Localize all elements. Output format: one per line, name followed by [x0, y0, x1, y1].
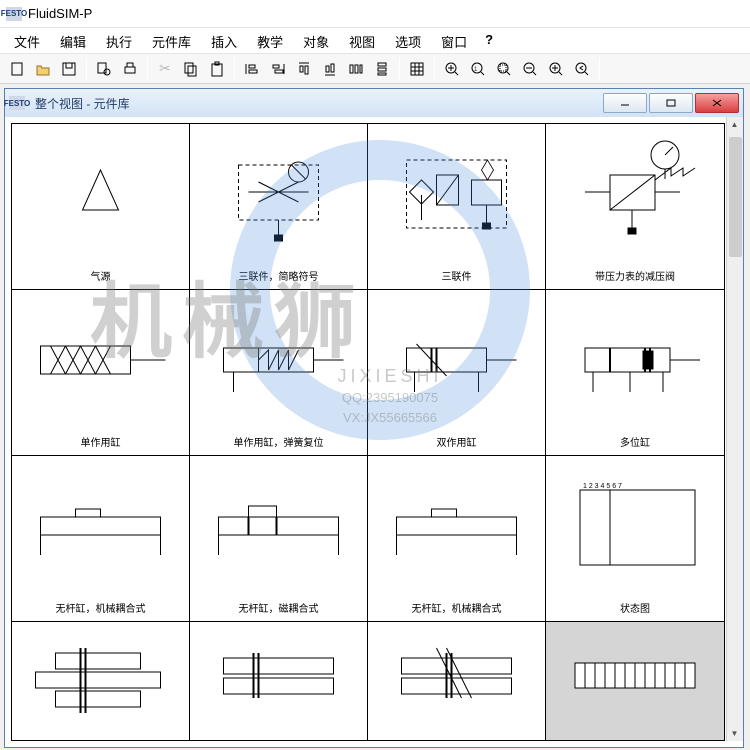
component-frl-simple[interactable]: 三联件，简略符号 — [190, 124, 368, 290]
component-frl[interactable]: 三联件 — [368, 124, 546, 290]
minimize-button[interactable] — [603, 93, 647, 113]
distribute-h-icon[interactable] — [343, 56, 369, 82]
grid-icon[interactable] — [404, 56, 430, 82]
open-file-icon[interactable] — [30, 56, 56, 82]
toolbar: ✂ 1 — [0, 54, 750, 84]
component-rodless-mechanical-1[interactable]: 无杆缸，机械耦合式 — [12, 456, 190, 622]
component-single-acting-spring-return[interactable]: 单作用缸，弹簧复位 — [190, 290, 368, 456]
component-state-diagram[interactable]: 1 2 3 4 5 6 7 状态图 — [546, 456, 724, 622]
library-grid-scroll: 气源 三联件，简略符号 三联件 带压力表的减压阀 单作用缸 — [11, 123, 725, 741]
menu-teach[interactable]: 教学 — [247, 28, 293, 53]
zoom-fit-icon[interactable] — [439, 56, 465, 82]
svg-text:1: 1 — [474, 67, 478, 73]
svg-text:1 2 3 4 5 6 7: 1 2 3 4 5 6 7 — [583, 483, 622, 490]
zoom-100-icon[interactable]: 1 — [465, 56, 491, 82]
zoom-in-icon[interactable] — [543, 56, 569, 82]
menu-file[interactable]: 文件 — [4, 28, 50, 53]
zoom-region-icon[interactable] — [491, 56, 517, 82]
paste-icon[interactable] — [204, 56, 230, 82]
align-right-icon[interactable] — [265, 56, 291, 82]
cell-label: 多位缸 — [546, 434, 724, 449]
vertical-scrollbar[interactable]: ▲ ▼ — [726, 117, 743, 741]
align-top-icon[interactable] — [291, 56, 317, 82]
component-row4-4[interactable] — [546, 622, 724, 741]
child-titlebar[interactable]: FESTO 整个视图 - 元件库 — [5, 89, 743, 117]
component-single-acting-cylinder[interactable]: 单作用缸 — [12, 290, 190, 456]
app-title: FluidSIM-P — [28, 6, 92, 21]
component-multi-position-cylinder[interactable]: 多位缸 — [546, 290, 724, 456]
component-grid: 气源 三联件，简略符号 三联件 带压力表的减压阀 单作用缸 — [12, 124, 724, 741]
cell-label: 带压力表的减压阀 — [546, 268, 724, 283]
component-double-acting-cylinder[interactable]: 双作用缸 — [368, 290, 546, 456]
new-file-icon[interactable] — [4, 56, 30, 82]
cell-label: 无杆缸，机械耦合式 — [368, 600, 545, 615]
component-row4-2[interactable] — [190, 622, 368, 741]
cell-label: 单作用缸，弹簧复位 — [190, 434, 367, 449]
toolbar-separator — [86, 58, 87, 80]
menubar: 文件 编辑 执行 元件库 插入 教学 对象 视图 选项 窗口 ? — [0, 28, 750, 54]
close-button[interactable] — [695, 93, 739, 113]
cell-label: 单作用缸 — [12, 434, 189, 449]
menu-insert[interactable]: 插入 — [201, 28, 247, 53]
cell-label: 气源 — [12, 268, 189, 283]
menu-window[interactable]: 窗口 — [431, 28, 477, 53]
save-icon[interactable] — [56, 56, 82, 82]
toolbar-separator — [399, 58, 400, 80]
menu-object[interactable]: 对象 — [293, 28, 339, 53]
component-rodless-mechanical-2[interactable]: 无杆缸，机械耦合式 — [368, 456, 546, 622]
component-pressure-regulator-gauge[interactable]: 带压力表的减压阀 — [546, 124, 724, 290]
scroll-down-icon[interactable]: ▼ — [727, 726, 742, 741]
cut-icon[interactable]: ✂ — [152, 56, 178, 82]
scroll-up-icon[interactable]: ▲ — [727, 117, 742, 132]
zoom-prev-icon[interactable] — [569, 56, 595, 82]
menu-options[interactable]: 选项 — [385, 28, 431, 53]
menu-help[interactable]: ? — [477, 28, 501, 53]
cell-label: 三联件 — [368, 268, 545, 283]
cell-label: 双作用缸 — [368, 434, 545, 449]
cell-label: 无杆缸，磁耦合式 — [190, 600, 367, 615]
main-titlebar: FESTO FluidSIM-P — [0, 0, 750, 28]
menu-library[interactable]: 元件库 — [142, 28, 201, 53]
cell-label: 状态图 — [546, 600, 724, 615]
zoom-out-icon[interactable] — [517, 56, 543, 82]
toolbar-separator — [147, 58, 148, 80]
toolbar-separator — [599, 58, 600, 80]
toolbar-separator — [434, 58, 435, 80]
align-bottom-icon[interactable] — [317, 56, 343, 82]
cell-label: 无杆缸，机械耦合式 — [12, 600, 189, 615]
menu-edit[interactable]: 编辑 — [50, 28, 96, 53]
menu-run[interactable]: 执行 — [96, 28, 142, 53]
child-icon: FESTO — [9, 96, 25, 110]
copy-icon[interactable] — [178, 56, 204, 82]
cell-label: 三联件，简略符号 — [190, 268, 367, 283]
component-row4-1[interactable] — [12, 622, 190, 741]
component-air-source[interactable]: 气源 — [12, 124, 190, 290]
app-icon: FESTO — [6, 7, 22, 21]
toolbar-separator — [234, 58, 235, 80]
preview-icon[interactable] — [91, 56, 117, 82]
child-window-title: 整个视图 - 元件库 — [35, 95, 603, 112]
component-rodless-magnetic[interactable]: 无杆缸，磁耦合式 — [190, 456, 368, 622]
scrollbar-thumb[interactable] — [729, 137, 742, 257]
print-icon[interactable] — [117, 56, 143, 82]
library-window: FESTO 整个视图 - 元件库 气源 三联件，简略符号 — [4, 88, 744, 748]
mdi-area: FESTO 整个视图 - 元件库 气源 三联件，简略符号 — [0, 84, 750, 750]
menu-view[interactable]: 视图 — [339, 28, 385, 53]
component-row4-3[interactable] — [368, 622, 546, 741]
align-left-icon[interactable] — [239, 56, 265, 82]
distribute-v-icon[interactable] — [369, 56, 395, 82]
maximize-button[interactable] — [649, 93, 693, 113]
